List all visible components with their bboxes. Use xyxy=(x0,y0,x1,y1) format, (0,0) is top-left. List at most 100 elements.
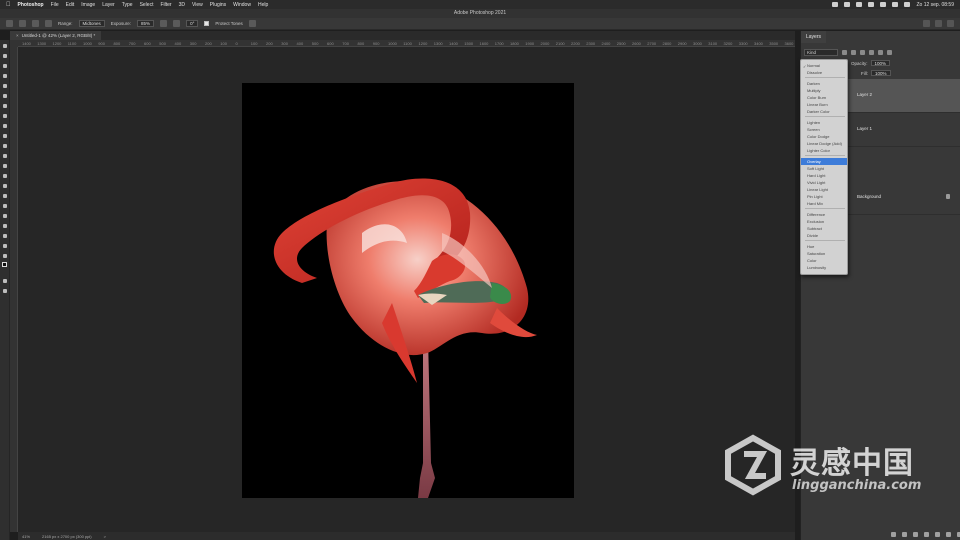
marquee-tool-icon[interactable] xyxy=(2,53,8,59)
gradient-tool-icon[interactable] xyxy=(2,163,8,169)
eyedropper-tool-icon[interactable] xyxy=(2,103,8,109)
menu-edit[interactable]: Edit xyxy=(66,2,75,8)
move-tool-icon[interactable] xyxy=(2,43,8,49)
blend-mode-option[interactable]: Normal xyxy=(807,62,820,69)
type-filter-icon[interactable] xyxy=(860,49,865,55)
menu-layer[interactable]: Layer xyxy=(102,2,115,8)
vertical-ruler[interactable] xyxy=(10,47,18,532)
new-group-icon[interactable] xyxy=(935,532,940,537)
apple-icon[interactable]:  xyxy=(6,2,11,8)
blend-mode-option[interactable]: Multiply xyxy=(807,87,821,94)
quick-select-tool-icon[interactable] xyxy=(2,73,8,79)
blend-mode-option[interactable]: Divide xyxy=(807,232,818,239)
menu-app-name[interactable]: Photoshop xyxy=(18,2,44,8)
wifi-icon[interactable] xyxy=(880,2,887,7)
blend-mode-option[interactable]: Darker Color xyxy=(807,108,830,115)
blend-mode-option[interactable]: Color Dodge xyxy=(807,133,829,140)
blend-mode-option[interactable]: Subtract xyxy=(807,225,822,232)
eraser-tool-icon[interactable] xyxy=(2,153,8,159)
blend-mode-option[interactable]: Dissolve xyxy=(807,69,822,76)
menu-select[interactable]: Select xyxy=(140,2,154,8)
fill-field[interactable]: 100% xyxy=(871,70,891,76)
menu-type[interactable]: Type xyxy=(122,2,133,8)
rectangle-tool-icon[interactable] xyxy=(2,223,8,229)
pressure-icon[interactable] xyxy=(248,20,256,27)
range-select[interactable]: Midtones xyxy=(78,20,105,27)
adjustment-layer-icon[interactable] xyxy=(924,532,929,537)
type-tool-icon[interactable] xyxy=(2,203,8,209)
blend-mode-option[interactable]: Lighter Color xyxy=(807,147,830,154)
menu-plugins[interactable]: Plugins xyxy=(210,2,226,8)
search-icon[interactable] xyxy=(923,20,930,27)
screen-mode-icon[interactable] xyxy=(2,288,8,294)
foreground-color-swatch[interactable] xyxy=(2,262,7,267)
layers-panel-tab[interactable]: Layers xyxy=(801,31,827,43)
layer-style-icon[interactable] xyxy=(902,532,907,537)
blend-mode-option[interactable]: Exclusion xyxy=(807,218,824,225)
blend-mode-option[interactable]: Difference xyxy=(807,211,825,218)
menu-3d[interactable]: 3D xyxy=(179,2,185,8)
link-layers-icon[interactable] xyxy=(891,532,896,537)
blend-mode-option[interactable]: Hard Mix xyxy=(807,200,823,207)
crop-tool-icon[interactable] xyxy=(2,83,8,89)
smart-object-filter-icon[interactable] xyxy=(878,49,883,55)
menu-file[interactable]: File xyxy=(51,2,59,8)
document-tab[interactable]: × Untitled-1 @ 42% (Layer 2, RGB/8) * xyxy=(10,31,102,40)
document-canvas[interactable] xyxy=(242,83,574,498)
blend-mode-option[interactable]: Darken xyxy=(807,80,820,87)
brush-tool-icon[interactable] xyxy=(2,123,8,129)
blend-mode-option[interactable]: Pin Light xyxy=(807,193,823,200)
new-layer-icon[interactable] xyxy=(946,532,951,537)
blend-mode-option[interactable]: Soft Light xyxy=(807,165,824,172)
menu-image[interactable]: Image xyxy=(81,2,95,8)
blend-mode-option-highlighted[interactable]: Overlay xyxy=(801,158,847,165)
filter-toggle-icon[interactable] xyxy=(887,49,892,55)
adjustment-filter-icon[interactable] xyxy=(851,49,856,55)
frame-tool-icon[interactable] xyxy=(2,93,8,99)
share-icon[interactable] xyxy=(947,20,954,27)
blend-mode-option[interactable]: Screen xyxy=(807,126,820,133)
horizontal-ruler[interactable]: 1400 1300 1200 1100 1000 900 800 700 600 500 400 30… xyxy=(18,40,795,47)
healing-brush-tool-icon[interactable] xyxy=(2,113,8,119)
blur-tool-icon[interactable] xyxy=(2,173,8,179)
blend-mode-option[interactable]: Color Burn xyxy=(807,94,826,101)
blend-mode-option[interactable]: Saturation xyxy=(807,250,825,257)
path-selection-tool-icon[interactable] xyxy=(2,213,8,219)
layer-kind-filter[interactable]: Kind xyxy=(804,48,838,56)
history-brush-tool-icon[interactable] xyxy=(2,143,8,149)
status-menu-arrow[interactable]: > xyxy=(104,534,106,539)
blend-mode-option[interactable]: Luminosity xyxy=(807,264,826,271)
zoom-tool-icon[interactable] xyxy=(2,243,8,249)
blend-mode-option[interactable]: Hue xyxy=(807,243,814,250)
shape-filter-icon[interactable] xyxy=(869,49,874,55)
hand-tool-icon[interactable] xyxy=(2,233,8,239)
protect-tones-checkbox[interactable] xyxy=(204,21,210,26)
search-icon[interactable] xyxy=(892,2,899,7)
blend-mode-option[interactable]: Linear Dodge (Add) xyxy=(807,140,842,147)
angle-field[interactable]: 0° xyxy=(186,20,199,27)
clock[interactable]: Zo 12 sep. 08:59 xyxy=(916,2,954,8)
quick-mask-icon[interactable] xyxy=(2,278,8,284)
add-mask-icon[interactable] xyxy=(913,532,918,537)
zoom-level[interactable]: 41% xyxy=(22,534,30,539)
blend-mode-option[interactable]: Hard Light xyxy=(807,172,825,179)
blend-mode-dropdown[interactable]: Normal ✓ Dissolve Darken Multiply Color Burn L… xyxy=(800,59,848,275)
more-tools-icon[interactable] xyxy=(2,253,8,259)
brush-size-icon[interactable] xyxy=(32,20,39,27)
burn-tool-icon[interactable] xyxy=(2,183,8,189)
burn-tool-preset-icon[interactable] xyxy=(19,20,26,27)
cc-icon[interactable] xyxy=(844,2,851,7)
blend-mode-option[interactable]: Vivid Light xyxy=(807,179,825,186)
blend-mode-option[interactable]: Linear Burn xyxy=(807,101,828,108)
clone-stamp-tool-icon[interactable] xyxy=(2,133,8,139)
blend-mode-option[interactable]: Linear Light xyxy=(807,186,828,193)
workspace-icon[interactable] xyxy=(935,20,942,27)
lock-icon[interactable] xyxy=(946,194,950,199)
dropbox-icon[interactable] xyxy=(856,2,863,7)
battery-icon[interactable] xyxy=(868,2,875,7)
home-icon[interactable] xyxy=(6,20,13,27)
pen-tool-icon[interactable] xyxy=(2,193,8,199)
record-icon[interactable] xyxy=(832,2,839,7)
control-center-icon[interactable] xyxy=(904,2,911,7)
blend-mode-option[interactable]: Lighten xyxy=(807,119,820,126)
